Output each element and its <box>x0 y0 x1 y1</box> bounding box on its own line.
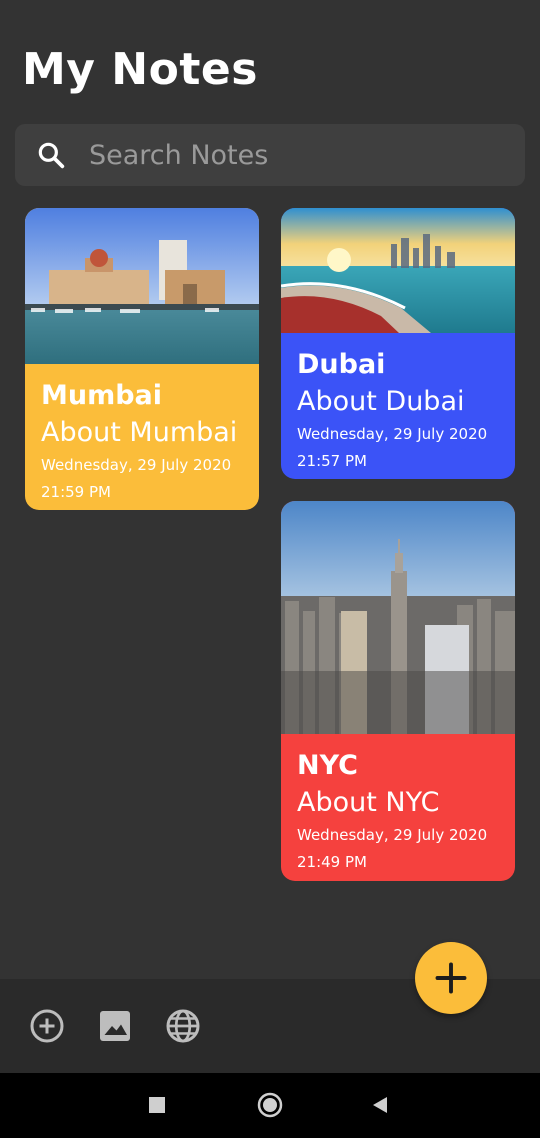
note-title: Dubai <box>297 349 386 380</box>
note-subtitle: About Dubai <box>297 386 465 417</box>
globe-icon[interactable] <box>165 1008 201 1044</box>
note-title: Mumbai <box>41 380 163 411</box>
recent-apps-icon[interactable] <box>148 1096 166 1114</box>
note-image-dubai <box>281 208 515 333</box>
note-image-nyc <box>281 501 515 734</box>
back-icon[interactable] <box>370 1096 390 1114</box>
note-card-mumbai[interactable]: Mumbai About Mumbai Wednesday, 29 July 2… <box>25 208 259 510</box>
note-time: 21:57 PM <box>297 452 367 470</box>
note-subtitle: About Mumbai <box>41 417 238 448</box>
note-date: Wednesday, 29 July 2020 <box>297 425 488 443</box>
add-circle-icon[interactable] <box>29 1008 65 1044</box>
note-date: Wednesday, 29 July 2020 <box>41 456 232 474</box>
note-time: 21:49 PM <box>297 853 367 871</box>
image-icon[interactable] <box>97 1008 133 1044</box>
add-note-button[interactable] <box>415 942 487 1014</box>
note-card-nyc[interactable]: NYC About NYC Wednesday, 29 July 2020 21… <box>281 501 515 881</box>
search-icon <box>38 142 65 169</box>
note-card-dubai[interactable]: Dubai About Dubai Wednesday, 29 July 202… <box>281 208 515 479</box>
plus-icon <box>435 962 467 994</box>
note-title: NYC <box>297 750 359 781</box>
note-time: 21:59 PM <box>41 483 111 501</box>
note-date: Wednesday, 29 July 2020 <box>297 826 488 844</box>
home-icon[interactable] <box>257 1092 283 1118</box>
search-bar[interactable]: Search Notes <box>15 124 525 186</box>
note-subtitle: About NYC <box>297 787 440 818</box>
page-title: My Notes <box>22 44 258 95</box>
note-image-mumbai <box>25 208 259 364</box>
status-bar <box>0 0 540 10</box>
search-input[interactable]: Search Notes <box>89 140 268 171</box>
